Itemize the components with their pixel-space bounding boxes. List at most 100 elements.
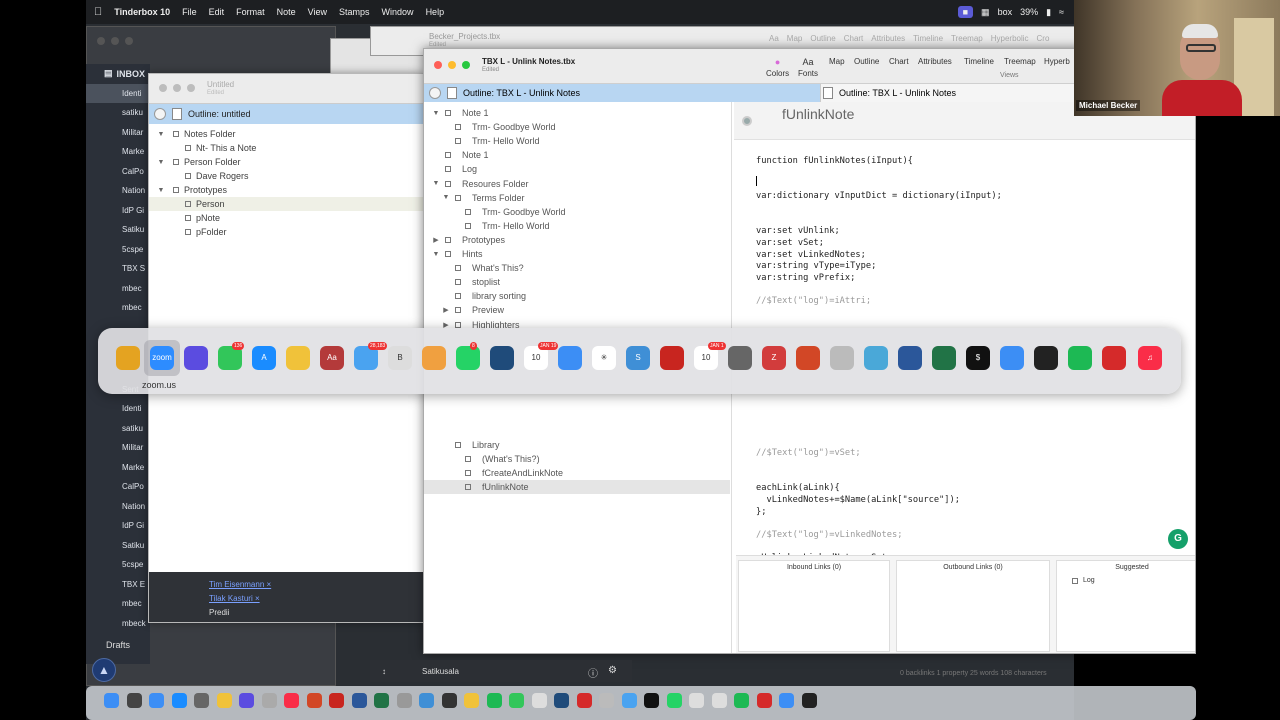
suggested-item[interactable]: Log: [1067, 577, 1095, 584]
mailbox-item[interactable]: satiku: [86, 419, 150, 439]
mailbox-item[interactable]: 5cspe: [86, 240, 150, 260]
mailbox-item[interactable]: Satiku: [86, 536, 150, 556]
back-fonts-button[interactable]: Aa: [769, 34, 779, 43]
minimize-button[interactable]: [448, 61, 456, 69]
mailbox-item[interactable]: Marke: [86, 142, 150, 162]
dock-app19-icon[interactable]: [728, 346, 752, 370]
mailbox-item[interactable]: Militar: [86, 123, 150, 143]
bottom-dock-app-icon[interactable]: [149, 693, 164, 708]
mailbox-item[interactable]: Militar: [86, 438, 150, 458]
disclosure-triangle-icon[interactable]: ▼: [442, 194, 450, 201]
dock-zoom-icon[interactable]: zoom: [150, 346, 174, 370]
dock-chatgpt-icon[interactable]: ✳: [592, 346, 616, 370]
mailbox-item[interactable]: CalPo: [86, 477, 150, 497]
disclosure-triangle-icon[interactable]: ▼: [432, 180, 440, 187]
dock-app22-icon[interactable]: [830, 346, 854, 370]
apple-icon[interactable]: : [94, 6, 102, 18]
mailbox-item[interactable]: Satiku: [86, 220, 150, 240]
bottom-dock-app-icon[interactable]: [531, 693, 547, 708]
drafts-folder[interactable]: Drafts: [106, 640, 130, 650]
menu-file[interactable]: File: [182, 7, 197, 17]
satikusala-label[interactable]: Satikusala: [422, 667, 459, 676]
navigation-icon[interactable]: ▲: [92, 658, 116, 682]
disclosure-triangle-icon[interactable]: ▼: [432, 251, 440, 258]
bottom-dock-app-icon[interactable]: [756, 693, 772, 708]
mailbox-item[interactable]: satiku: [86, 103, 150, 123]
outline-row[interactable]: ▼ Notes Folder: [149, 127, 423, 141]
box-label[interactable]: box: [998, 7, 1013, 17]
outline-row[interactable]: pFolder: [149, 225, 423, 239]
outline-row[interactable]: ▼ Hints: [424, 247, 730, 261]
mailbox-item[interactable]: IdP Gi: [86, 516, 150, 536]
bottom-dock-app-icon[interactable]: [711, 693, 727, 708]
help-icon[interactable]: ⓘ: [588, 665, 598, 680]
dock-app-store-icon[interactable]: A: [252, 346, 276, 370]
attributes-button[interactable]: Attributes: [918, 57, 952, 66]
menu-format[interactable]: Format: [236, 7, 265, 17]
outline-row[interactable]: ▶ Preview: [424, 303, 730, 317]
outline-row[interactable]: Nt- This a Note: [149, 141, 423, 155]
dock-chrome-icon[interactable]: [286, 346, 310, 370]
bottom-dock-app-icon[interactable]: [329, 693, 344, 708]
mailbox-item[interactable]: mbec: [86, 594, 150, 614]
zoom-button[interactable]: [187, 84, 195, 92]
dock-quicktime-icon[interactable]: [490, 346, 514, 370]
bottom-dock-app-icon[interactable]: [284, 693, 299, 708]
dock-word-icon[interactable]: [898, 346, 922, 370]
outline-button[interactable]: Outline: [854, 57, 879, 66]
bottom-dock-app-icon[interactable]: [464, 693, 479, 708]
bottom-dock-app-icon[interactable]: [644, 693, 659, 708]
close-button[interactable]: [434, 61, 442, 69]
back-outline-button[interactable]: Outline: [810, 34, 835, 43]
screen-share-icon[interactable]: ■: [957, 6, 974, 18]
grammarly-icon[interactable]: G: [1168, 529, 1188, 549]
bottom-dock-app-icon[interactable]: [194, 693, 209, 708]
mailbox-item[interactable]: Marke: [86, 458, 150, 478]
menu-app-name[interactable]: Tinderbox 10: [114, 7, 170, 17]
tab-outline-untitled[interactable]: Outline: untitled: [149, 104, 423, 124]
back-hyperbolic-button[interactable]: Hyperbolic: [991, 34, 1029, 43]
disclosure-triangle-icon[interactable]: ▶: [432, 236, 440, 244]
dock-app23-icon[interactable]: [864, 346, 888, 370]
bottom-dock-app-icon[interactable]: [104, 693, 119, 708]
mailbox-item[interactable]: mbec: [86, 279, 150, 299]
colors-button[interactable]: ● Colors: [766, 57, 789, 78]
disclosure-triangle-icon[interactable]: ▼: [157, 159, 165, 166]
dock-zotero-icon[interactable]: Z: [762, 346, 786, 370]
dock-photos-icon[interactable]: [422, 346, 446, 370]
dock-excel-icon[interactable]: [932, 346, 956, 370]
outline-row[interactable]: Person: [149, 197, 423, 211]
bottom-dock-app-icon[interactable]: [171, 693, 187, 708]
zoom-button[interactable]: [462, 61, 470, 69]
timeline-button[interactable]: Timeline: [964, 57, 994, 66]
outline-row[interactable]: ▼ Terms Folder: [424, 191, 730, 205]
outline-row[interactable]: ▼ Person Folder: [149, 155, 423, 169]
mailbox-item[interactable]: Nation: [86, 181, 150, 201]
wifi-icon[interactable]: ≈: [1059, 7, 1064, 17]
tab-close-icon[interactable]: [154, 108, 166, 120]
mailbox-item[interactable]: IdP Gi: [86, 201, 150, 221]
note-title[interactable]: fUnlinkNote: [782, 106, 854, 122]
outline-row[interactable]: library sorting: [424, 289, 730, 303]
bottom-dock-app-icon[interactable]: [801, 693, 817, 708]
bottom-dock-app-icon[interactable]: [576, 693, 592, 708]
mailbox-item[interactable]: TBX E: [86, 575, 150, 595]
mailbox-item[interactable]: CalPo: [86, 162, 150, 182]
menu-note[interactable]: Note: [277, 7, 296, 17]
bottom-dock-app-icon[interactable]: [419, 693, 434, 708]
bottom-dock-app-icon[interactable]: [734, 693, 749, 708]
zoom-button[interactable]: [125, 37, 133, 45]
mailbox-item[interactable]: Identi: [86, 399, 150, 419]
close-button[interactable]: [97, 37, 105, 45]
gear-icon[interactable]: ⚙: [608, 665, 617, 676]
mailbox-item[interactable]: 5cspe: [86, 555, 150, 575]
bottom-dock-app-icon[interactable]: [666, 693, 682, 708]
dock-app30-icon[interactable]: [1102, 346, 1126, 370]
grid-icon[interactable]: ▦: [981, 7, 990, 18]
disclosure-triangle-icon[interactable]: ▼: [157, 187, 165, 194]
minimize-button[interactable]: [111, 37, 119, 45]
outline-row[interactable]: fCreateAndLinkNote: [424, 466, 730, 480]
bottom-dock-app-icon[interactable]: [441, 693, 457, 708]
bottom-dock-app-icon[interactable]: [239, 693, 254, 708]
dock-bbedit-icon[interactable]: B: [388, 346, 412, 370]
